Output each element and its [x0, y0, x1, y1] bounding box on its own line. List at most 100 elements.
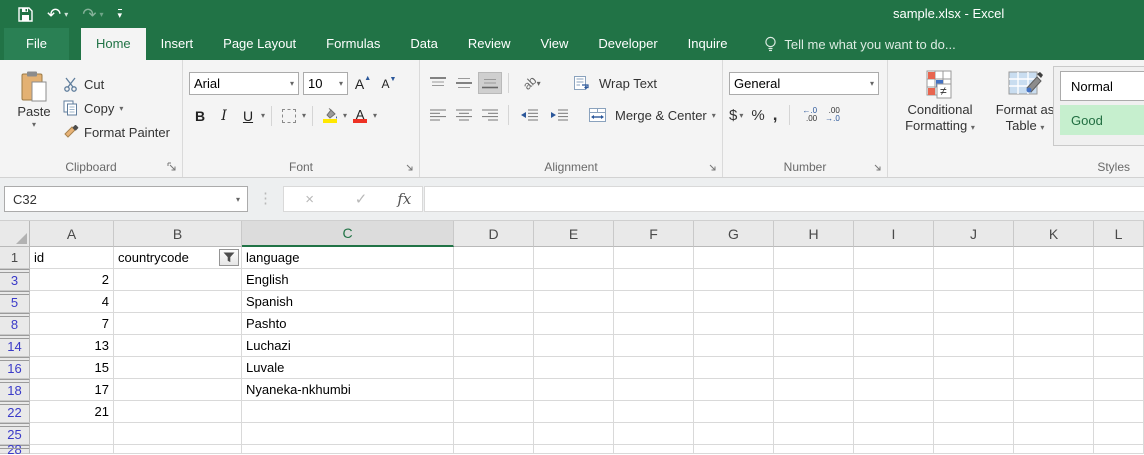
cell-G25[interactable]	[694, 423, 774, 445]
tab-inquire[interactable]: Inquire	[673, 28, 743, 60]
cell-I5[interactable]	[854, 291, 934, 313]
cancel-button[interactable]: ×	[295, 191, 325, 208]
cell-C18[interactable]: Nyaneka-nkhumbi	[242, 379, 454, 401]
cell-K8[interactable]	[1014, 313, 1094, 335]
row-header-5[interactable]: 5	[0, 291, 30, 313]
cell-L5[interactable]	[1094, 291, 1144, 313]
cell-A18[interactable]: 17	[30, 379, 114, 401]
column-header-J[interactable]: J	[934, 221, 1014, 247]
cell-A3[interactable]: 2	[30, 269, 114, 291]
cell-E3[interactable]	[534, 269, 614, 291]
cell-J22[interactable]	[934, 401, 1014, 423]
tab-developer[interactable]: Developer	[583, 28, 672, 60]
column-header-K[interactable]: K	[1014, 221, 1094, 247]
accounting-format-button[interactable]: $▾	[729, 103, 743, 127]
cell-E8[interactable]	[534, 313, 614, 335]
number-format-select[interactable]: General▾	[729, 72, 879, 95]
cell-H16[interactable]	[774, 357, 854, 379]
column-header-I[interactable]: I	[854, 221, 934, 247]
cell-J28[interactable]	[934, 445, 1014, 454]
cell-C8[interactable]: Pashto	[242, 313, 454, 335]
cell-A16[interactable]: 15	[30, 357, 114, 379]
chevron-down-icon[interactable]: ▾	[64, 10, 68, 19]
cell-B22[interactable]	[114, 401, 242, 423]
cell-I22[interactable]	[854, 401, 934, 423]
cell-G8[interactable]	[694, 313, 774, 335]
cell-K22[interactable]	[1014, 401, 1094, 423]
chevron-down-icon[interactable]: ▾	[373, 111, 377, 120]
cell-I8[interactable]	[854, 313, 934, 335]
chevron-down-icon[interactable]: ▾	[32, 120, 36, 129]
cell-E22[interactable]	[534, 401, 614, 423]
select-all-button[interactable]	[0, 221, 30, 247]
cell-B8[interactable]	[114, 313, 242, 335]
chevron-down-icon[interactable]: ▾	[343, 111, 347, 120]
style-normal[interactable]: Normal	[1060, 71, 1144, 101]
name-box[interactable]: C32 ▾	[4, 186, 248, 212]
cell-H3[interactable]	[774, 269, 854, 291]
cell-C16[interactable]: Luvale	[242, 357, 454, 379]
cell-H14[interactable]	[774, 335, 854, 357]
cell-I18[interactable]	[854, 379, 934, 401]
cell-C25[interactable]	[242, 423, 454, 445]
cell-F8[interactable]	[614, 313, 694, 335]
cell-L16[interactable]	[1094, 357, 1144, 379]
cell-C14[interactable]: Luchazi	[242, 335, 454, 357]
cell-L28[interactable]	[1094, 445, 1144, 454]
cell-C3[interactable]: English	[242, 269, 454, 291]
alignment-dialog-launcher[interactable]	[707, 162, 718, 173]
column-header-C[interactable]: C	[242, 221, 454, 247]
cell-L25[interactable]	[1094, 423, 1144, 445]
cell-A1[interactable]: id	[30, 247, 114, 269]
column-header-G[interactable]: G	[694, 221, 774, 247]
font-color-button[interactable]: A	[349, 104, 371, 127]
cell-J18[interactable]	[934, 379, 1014, 401]
cell-D14[interactable]	[454, 335, 534, 357]
cell-I3[interactable]	[854, 269, 934, 291]
cell-L18[interactable]	[1094, 379, 1144, 401]
cell-E5[interactable]	[534, 291, 614, 313]
cell-E1[interactable]	[534, 247, 614, 269]
cell-B25[interactable]	[114, 423, 242, 445]
bold-button[interactable]: B	[189, 104, 211, 127]
chevron-down-icon[interactable]: ▾	[712, 111, 716, 120]
tab-insert[interactable]: Insert	[146, 28, 209, 60]
italic-button[interactable]: I	[213, 104, 235, 127]
cell-L14[interactable]	[1094, 335, 1144, 357]
cell-F14[interactable]	[614, 335, 694, 357]
row-header-1[interactable]: 1	[0, 247, 30, 269]
bottom-align-button[interactable]	[478, 72, 502, 94]
cell-A14[interactable]: 13	[30, 335, 114, 357]
chevron-down-icon[interactable]: ▾	[261, 111, 265, 120]
autofilter-applied-button[interactable]	[219, 249, 239, 266]
increase-font-size-button[interactable]: A▲	[352, 72, 374, 95]
cell-C28[interactable]	[242, 445, 454, 454]
wrap-text-button[interactable]: Wrap Text	[573, 71, 657, 95]
cell-L1[interactable]	[1094, 247, 1144, 269]
row-header-3[interactable]: 3	[0, 269, 30, 291]
cell-D18[interactable]	[454, 379, 534, 401]
cell-H18[interactable]	[774, 379, 854, 401]
cut-button[interactable]: Cut	[62, 72, 170, 96]
cell-J8[interactable]	[934, 313, 1014, 335]
increase-indent-button[interactable]	[545, 104, 573, 126]
format-painter-button[interactable]: Format Painter	[62, 120, 170, 144]
font-dialog-launcher[interactable]	[404, 162, 415, 173]
chevron-down-icon[interactable]: ▾	[119, 104, 123, 113]
cell-K1[interactable]	[1014, 247, 1094, 269]
cell-K3[interactable]	[1014, 269, 1094, 291]
cell-D28[interactable]	[454, 445, 534, 454]
percent-style-button[interactable]: %	[751, 103, 764, 127]
cell-A28[interactable]	[30, 445, 114, 454]
cell-G3[interactable]	[694, 269, 774, 291]
cell-C1[interactable]: language	[242, 247, 454, 269]
cell-G22[interactable]	[694, 401, 774, 423]
decrease-font-size-button[interactable]: A▼	[378, 72, 400, 95]
cell-J16[interactable]	[934, 357, 1014, 379]
tab-view[interactable]: View	[525, 28, 583, 60]
column-header-F[interactable]: F	[614, 221, 694, 247]
formula-bar-input[interactable]	[424, 186, 1144, 212]
cell-J1[interactable]	[934, 247, 1014, 269]
cell-D22[interactable]	[454, 401, 534, 423]
clipboard-dialog-launcher[interactable]	[167, 162, 178, 173]
